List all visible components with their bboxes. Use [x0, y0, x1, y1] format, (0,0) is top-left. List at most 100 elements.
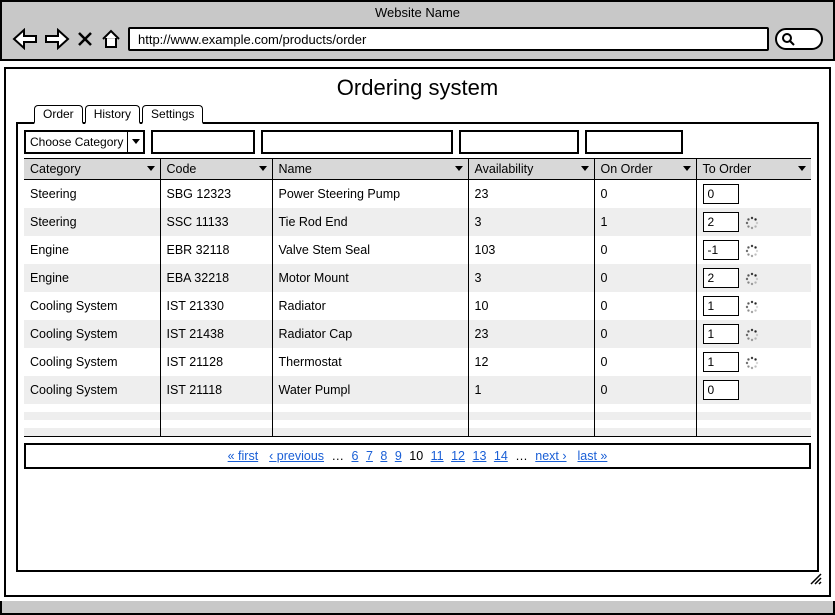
cell-availability: 12: [468, 348, 594, 376]
pagination: « first ‹ previous … 6 7 8 9 10 11 12 13…: [24, 443, 811, 469]
page-link[interactable]: 11: [431, 449, 444, 463]
cell-toorder: [696, 348, 811, 376]
resize-grip-icon[interactable]: [809, 572, 823, 591]
to-order-input[interactable]: [703, 380, 739, 400]
filter-name-input[interactable]: [261, 130, 453, 154]
cell-name: Valve Stem Seal: [272, 236, 468, 264]
cell-toorder: [696, 292, 811, 320]
table-row: EngineEBA 32218Motor Mount30: [24, 264, 811, 292]
page-first-link[interactable]: « first: [228, 449, 259, 463]
cell-toorder: [696, 376, 811, 404]
table-row-empty: [24, 412, 811, 420]
tab-settings[interactable]: Settings: [142, 105, 203, 124]
back-button[interactable]: [12, 28, 38, 50]
page-link[interactable]: 7: [366, 449, 373, 463]
cell-toorder: [696, 180, 811, 209]
table-row-empty: [24, 428, 811, 437]
filter-availability-input[interactable]: [459, 130, 579, 154]
forward-button[interactable]: [44, 28, 70, 50]
cell-onorder: 0: [594, 320, 696, 348]
cell-onorder: 0: [594, 236, 696, 264]
cell-onorder: 0: [594, 180, 696, 209]
cell-name: Thermostat: [272, 348, 468, 376]
cell-category: Cooling System: [24, 292, 160, 320]
cell-category: Cooling System: [24, 376, 160, 404]
sort-arrow-icon: [258, 162, 268, 176]
cell-availability: 103: [468, 236, 594, 264]
page-link[interactable]: 13: [473, 449, 487, 463]
order-panel: Choose Category Category Code Name Avail…: [16, 122, 819, 572]
cell-category: Cooling System: [24, 320, 160, 348]
cell-onorder: 0: [594, 348, 696, 376]
category-select[interactable]: Choose Category: [24, 130, 145, 154]
cell-onorder: 0: [594, 292, 696, 320]
browser-toolbar: [2, 23, 833, 59]
cell-availability: 3: [468, 208, 594, 236]
col-header-toorder[interactable]: To Order: [696, 159, 811, 180]
col-header-availability[interactable]: Availability: [468, 159, 594, 180]
url-input[interactable]: [128, 27, 769, 51]
page-link[interactable]: 12: [451, 449, 465, 463]
dropdown-arrow-icon: [127, 132, 143, 152]
cell-category: Engine: [24, 236, 160, 264]
cell-name: Tie Rod End: [272, 208, 468, 236]
table-row: Cooling SystemIST 21118Water Pumpl10: [24, 376, 811, 404]
cell-toorder: [696, 320, 811, 348]
to-order-input[interactable]: [703, 268, 739, 288]
to-order-input[interactable]: [703, 212, 739, 232]
cell-category: Cooling System: [24, 348, 160, 376]
to-order-input[interactable]: [703, 352, 739, 372]
cell-name: Power Steering Pump: [272, 180, 468, 209]
to-order-input[interactable]: [703, 324, 739, 344]
filter-onorder-input[interactable]: [585, 130, 683, 154]
page-link[interactable]: 14: [494, 449, 508, 463]
col-header-name[interactable]: Name: [272, 159, 468, 180]
to-order-input[interactable]: [703, 240, 739, 260]
sort-arrow-icon: [682, 162, 692, 176]
page-link[interactable]: 9: [395, 449, 402, 463]
col-header-category[interactable]: Category: [24, 159, 160, 180]
window-title: Website Name: [2, 2, 833, 23]
cell-category: Steering: [24, 180, 160, 209]
search-button[interactable]: [775, 28, 823, 50]
cell-name: Motor Mount: [272, 264, 468, 292]
col-header-onorder[interactable]: On Order: [594, 159, 696, 180]
table-row: Cooling SystemIST 21330Radiator100: [24, 292, 811, 320]
cell-code: IST 21118: [160, 376, 272, 404]
cell-availability: 10: [468, 292, 594, 320]
products-table: Category Code Name Availability On Order…: [24, 158, 811, 437]
cell-category: Engine: [24, 264, 160, 292]
col-header-code[interactable]: Code: [160, 159, 272, 180]
cell-code: EBA 32218: [160, 264, 272, 292]
status-bar: [0, 601, 835, 615]
filter-code-input[interactable]: [151, 130, 255, 154]
page-previous-link[interactable]: ‹ previous: [269, 449, 324, 463]
cell-name: Radiator Cap: [272, 320, 468, 348]
page-title: Ordering system: [16, 75, 819, 101]
page-next-link[interactable]: next ›: [535, 449, 566, 463]
page-last-link[interactable]: last »: [577, 449, 607, 463]
page-link[interactable]: 6: [352, 449, 359, 463]
stop-button[interactable]: [76, 30, 94, 48]
table-row: Cooling SystemIST 21128Thermostat120: [24, 348, 811, 376]
cell-code: SSC 11133: [160, 208, 272, 236]
page-link[interactable]: 8: [380, 449, 387, 463]
cell-onorder: 0: [594, 376, 696, 404]
tabs: Order History Settings: [34, 103, 819, 122]
cell-availability: 23: [468, 180, 594, 209]
table-row: SteeringSBG 12323Power Steering Pump230: [24, 180, 811, 209]
cell-toorder: [696, 264, 811, 292]
browser-titlebar-region: Website Name: [0, 0, 835, 61]
home-button[interactable]: [100, 28, 122, 50]
ellipsis: …: [332, 449, 345, 463]
to-order-input[interactable]: [703, 184, 739, 204]
spinner-icon: [745, 272, 759, 286]
cell-code: SBG 12323: [160, 180, 272, 209]
to-order-input[interactable]: [703, 296, 739, 316]
category-select-label: Choose Category: [26, 135, 127, 149]
tab-history[interactable]: History: [85, 105, 140, 124]
spinner-icon: [745, 356, 759, 370]
cell-code: IST 21330: [160, 292, 272, 320]
tab-order[interactable]: Order: [34, 105, 83, 124]
sort-arrow-icon: [454, 162, 464, 176]
